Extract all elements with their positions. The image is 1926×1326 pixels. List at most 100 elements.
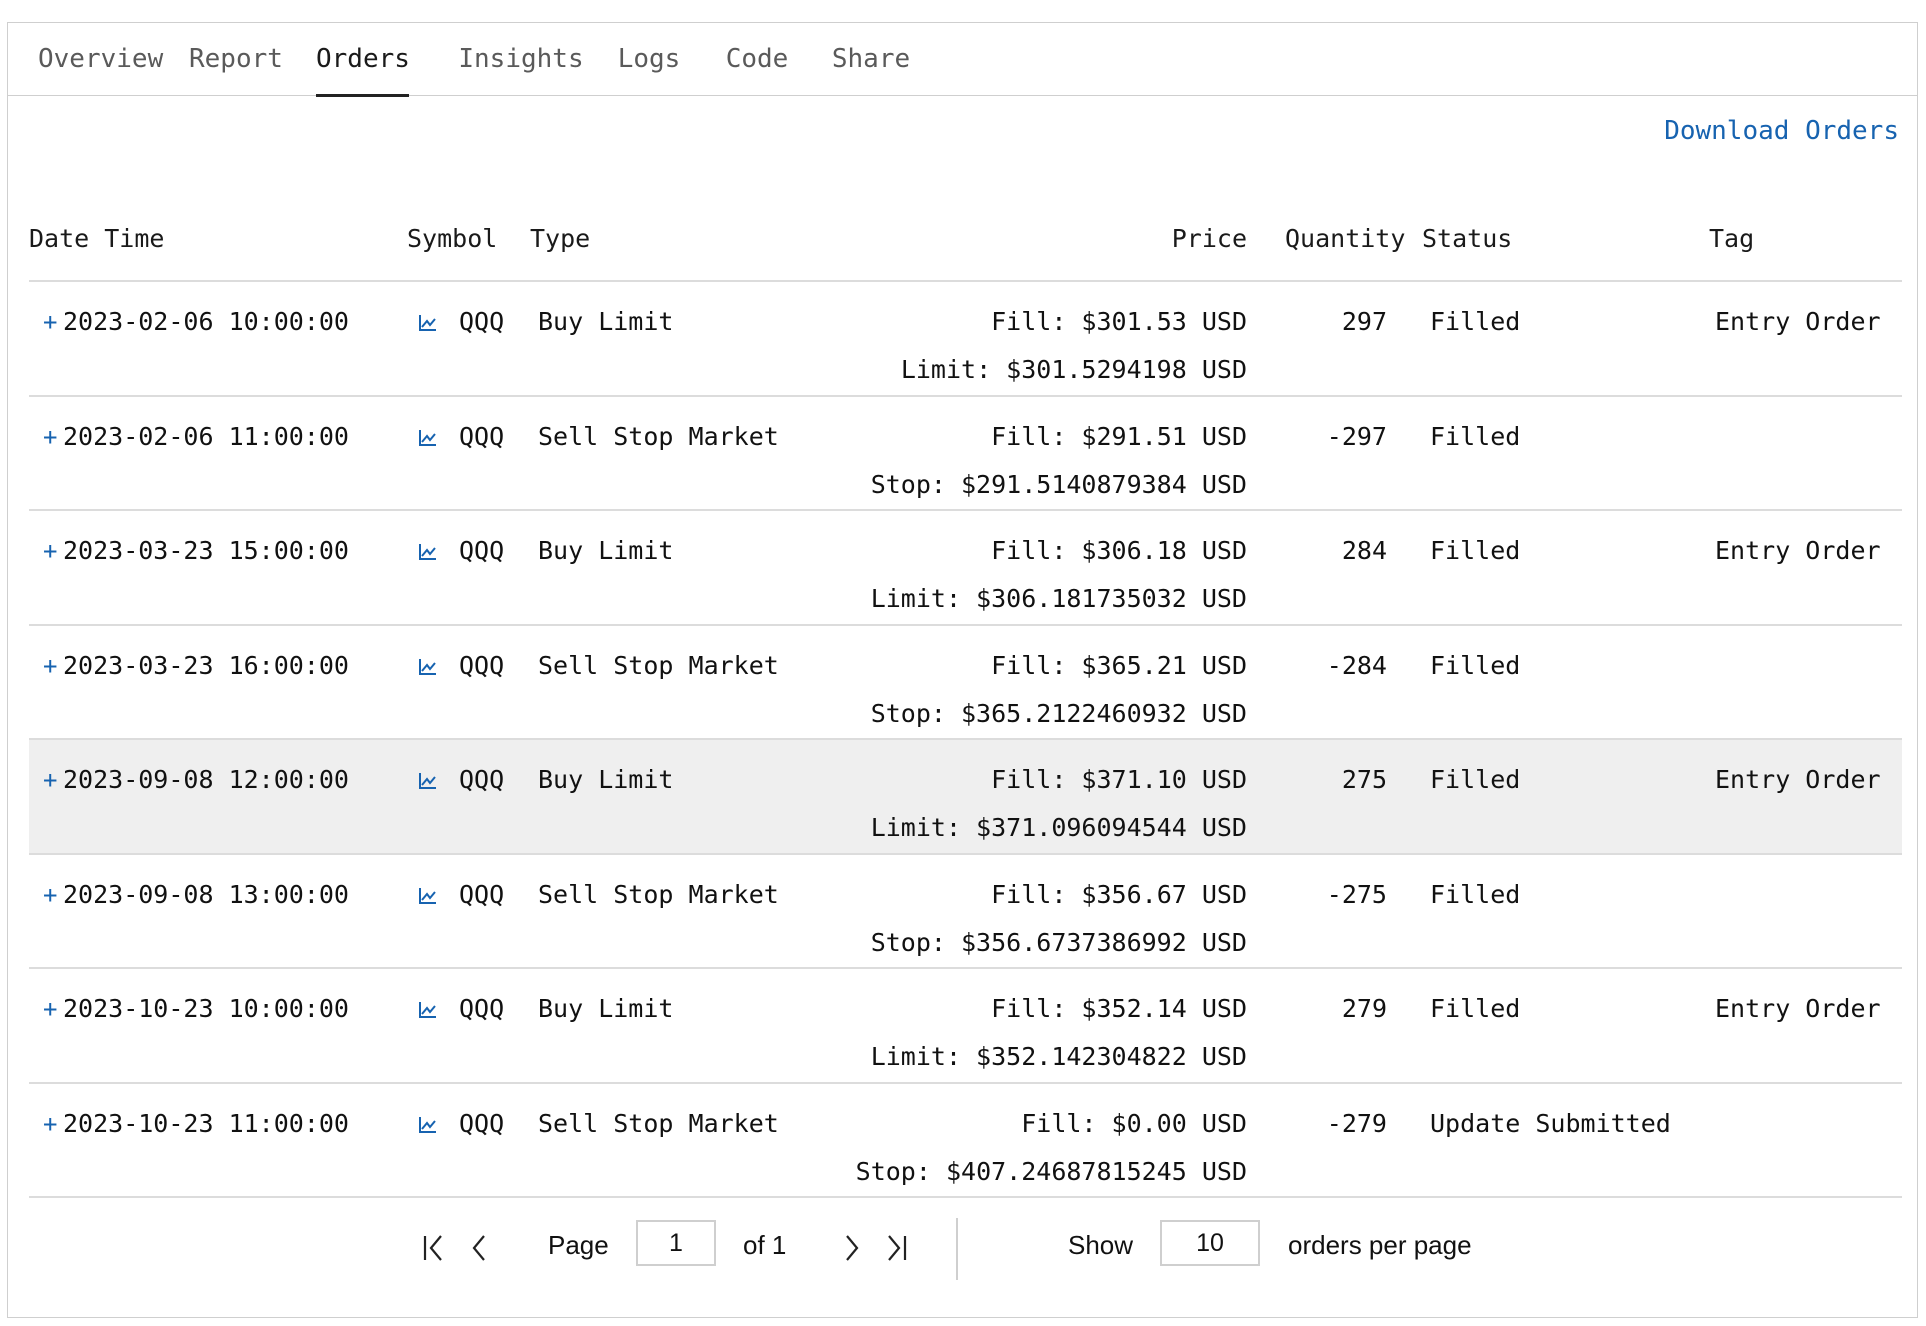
order-fill-price: Fill: $371.10 USD (991, 765, 1247, 794)
table-row[interactable]: +2023-09-08 13:00:00 QQQ Sell Stop Market F… (29, 855, 1902, 969)
order-quantity: -284 (1326, 650, 1387, 680)
order-status: Filled (1430, 879, 1521, 909)
chart-icon[interactable] (419, 429, 437, 447)
expand-row-button[interactable]: + (43, 766, 57, 794)
order-type: Sell Stop Market (538, 650, 779, 680)
chart-icon[interactable] (419, 543, 437, 561)
order-limit-stop-price: Limit: $301.5294198 USD (900, 355, 1247, 384)
tab-share[interactable]: Share (830, 23, 912, 96)
chart-icon[interactable] (419, 1001, 437, 1019)
download-orders-link[interactable]: Download Orders (1664, 116, 1899, 146)
order-datetime: 2023-10-23 10:00:00 (63, 994, 349, 1023)
order-status: Filled (1430, 650, 1521, 680)
orders-table: Date Time Symbol Type Price Quantity Sta… (29, 203, 1902, 1198)
orders-panel: Overview Report Orders Insights Logs Cod… (7, 22, 1918, 1318)
order-quantity: -275 (1326, 879, 1387, 909)
order-tag: Entry Order (1715, 307, 1881, 336)
order-tag: Entry Order (1715, 536, 1881, 565)
order-symbol[interactable]: QQQ (459, 422, 504, 451)
order-quantity: 284 (1341, 536, 1387, 565)
tab-insights[interactable]: Insights (456, 23, 586, 96)
chart-icon[interactable] (419, 1116, 437, 1134)
page-count-label: of 1 (743, 1230, 787, 1260)
order-quantity: -279 (1326, 1108, 1387, 1138)
last-page-button[interactable] (881, 1226, 911, 1266)
col-symbol[interactable]: Symbol (407, 224, 497, 253)
col-quantity[interactable]: Quantity (1285, 224, 1405, 253)
prev-page-button[interactable] (465, 1226, 495, 1266)
expand-row-button[interactable]: + (43, 652, 57, 680)
order-type: Sell Stop Market (538, 1108, 779, 1138)
chart-icon[interactable] (419, 887, 437, 905)
order-fill-price: Fill: $291.51 USD (991, 421, 1247, 451)
chart-icon[interactable] (419, 658, 437, 676)
tab-report[interactable]: Report (189, 23, 283, 96)
order-symbol[interactable]: QQQ (459, 994, 504, 1023)
chevron-left-icon (472, 1235, 485, 1261)
order-symbol[interactable]: QQQ (459, 651, 504, 680)
chevron-right-icon (846, 1235, 859, 1261)
tab-overview[interactable]: Overview (38, 23, 163, 96)
order-status: Filled (1430, 307, 1521, 336)
table-row[interactable]: +2023-10-23 11:00:00 QQQ Sell Stop Market F… (29, 1084, 1902, 1198)
order-fill-price: Fill: $306.18 USD (991, 536, 1247, 565)
expand-row-button[interactable]: + (43, 995, 57, 1023)
expand-row-button[interactable]: + (43, 308, 57, 336)
order-status: Filled (1430, 765, 1521, 794)
col-datetime[interactable]: Date Time (29, 224, 164, 253)
order-status: Update Submitted (1430, 1108, 1671, 1138)
expand-row-button[interactable]: + (43, 1110, 57, 1138)
order-quantity: 297 (1341, 307, 1387, 336)
order-symbol[interactable]: QQQ (459, 880, 504, 909)
tab-logs[interactable]: Logs (616, 23, 682, 96)
order-symbol[interactable]: QQQ (459, 536, 504, 565)
orders-per-page-label: orders per page (1288, 1230, 1472, 1260)
first-page-button[interactable] (419, 1226, 449, 1266)
col-type[interactable]: Type (530, 224, 590, 253)
order-symbol[interactable]: QQQ (459, 1109, 504, 1138)
tab-code[interactable]: Code (724, 23, 790, 96)
order-symbol[interactable]: QQQ (459, 307, 504, 336)
table-row[interactable]: +2023-03-23 15:00:00 QQQ Buy Limit Fill: $3… (29, 511, 1902, 626)
order-status: Filled (1430, 536, 1521, 565)
order-datetime: 2023-09-08 13:00:00 (63, 879, 349, 909)
order-limit-stop-price: Stop: $365.2122460932 USD (870, 698, 1247, 728)
col-tag[interactable]: Tag (1709, 224, 1754, 253)
chart-icon[interactable] (419, 772, 437, 790)
table-row[interactable]: +2023-09-08 12:00:00 QQQ Buy Limit Fill: $3… (29, 740, 1902, 855)
expand-row-button[interactable]: + (43, 881, 57, 909)
order-datetime: 2023-02-06 10:00:00 (63, 307, 349, 336)
order-limit-stop-price: Stop: $291.5140879384 USD (870, 469, 1247, 499)
order-datetime: 2023-10-23 11:00:00 (63, 1108, 349, 1138)
order-type: Buy Limit (538, 536, 674, 565)
order-fill-price: Fill: $301.53 USD (991, 307, 1247, 336)
next-page-button[interactable] (836, 1226, 866, 1266)
order-tag: Entry Order (1715, 765, 1881, 794)
table-body: +2023-02-06 10:00:00 QQQ Buy Limit Fill: $3… (29, 282, 1902, 1198)
order-datetime: 2023-02-06 11:00:00 (63, 421, 349, 451)
table-row[interactable]: +2023-10-23 10:00:00 QQQ Buy Limit Fill: $3… (29, 969, 1902, 1084)
page-label: Page (548, 1230, 609, 1260)
col-status[interactable]: Status (1422, 224, 1512, 253)
table-header: Date Time Symbol Type Price Quantity Sta… (29, 203, 1902, 282)
order-type: Buy Limit (538, 765, 674, 794)
order-type: Buy Limit (538, 307, 674, 336)
chart-icon[interactable] (419, 314, 437, 332)
order-quantity: -297 (1326, 421, 1387, 451)
page-number-input[interactable] (636, 1220, 716, 1266)
order-limit-stop-price: Limit: $306.181735032 USD (870, 584, 1247, 613)
tab-bar: Overview Report Orders Insights Logs Cod… (8, 23, 1917, 97)
table-row[interactable]: +2023-02-06 11:00:00 QQQ Sell Stop Market F… (29, 397, 1902, 511)
tab-orders[interactable]: Orders (316, 23, 410, 97)
order-status: Filled (1430, 421, 1521, 451)
col-price[interactable]: Price (1172, 224, 1247, 253)
expand-row-button[interactable]: + (43, 537, 57, 565)
expand-row-button[interactable]: + (43, 423, 57, 451)
orders-per-page-input[interactable] (1160, 1220, 1260, 1266)
order-symbol[interactable]: QQQ (459, 765, 504, 794)
first-page-icon (423, 1235, 442, 1261)
order-datetime: 2023-09-08 12:00:00 (63, 765, 349, 794)
pagination: Page of 1 Show orders per page (8, 1206, 1917, 1286)
table-row[interactable]: +2023-02-06 10:00:00 QQQ Buy Limit Fill: $3… (29, 282, 1902, 397)
table-row[interactable]: +2023-03-23 16:00:00 QQQ Sell Stop Market F… (29, 626, 1902, 740)
